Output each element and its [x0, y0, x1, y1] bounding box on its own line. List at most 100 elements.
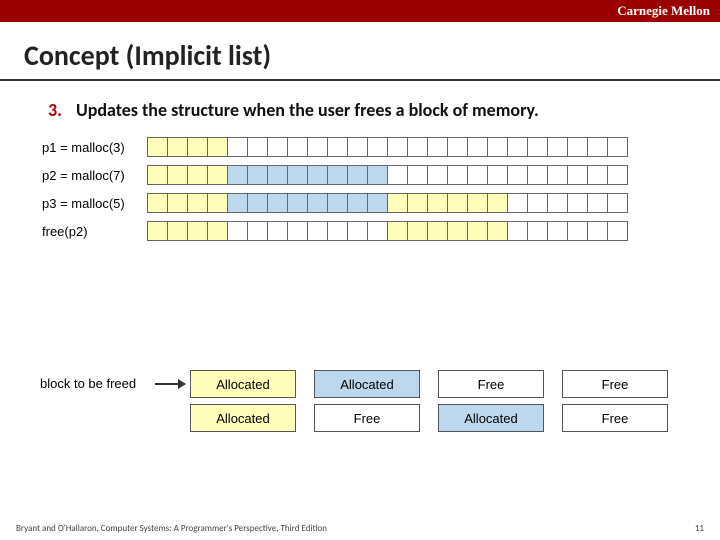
heap-cell — [187, 221, 208, 241]
status-block: Free — [438, 370, 544, 398]
heap-cell — [247, 137, 268, 157]
heap-cell — [567, 193, 588, 213]
heap-cell — [347, 137, 368, 157]
heap-row: p3 = malloc(5) — [42, 192, 690, 214]
heap-row-label: p1 = malloc(3) — [42, 140, 148, 155]
heap-cell — [207, 221, 228, 241]
heap-cell — [447, 137, 468, 157]
heap-cell — [247, 221, 268, 241]
heap-cell — [327, 221, 348, 241]
heap-cell — [427, 193, 448, 213]
heap-cell — [527, 193, 548, 213]
heap-cell — [407, 221, 428, 241]
heap-cell — [267, 193, 288, 213]
heap-row-label: p2 = malloc(7) — [42, 168, 148, 183]
heap-cell — [307, 137, 328, 157]
page-number: 11 — [695, 523, 704, 534]
heap-cell — [387, 137, 408, 157]
heap-cell — [227, 193, 248, 213]
heap-cell — [307, 193, 328, 213]
heap-cell — [327, 137, 348, 157]
heap-cell — [487, 221, 508, 241]
heap-cell — [407, 193, 428, 213]
heap-cell — [367, 193, 388, 213]
heap-cell — [487, 193, 508, 213]
heap-cell — [427, 221, 448, 241]
heap-cell — [347, 221, 368, 241]
heap-cell — [247, 193, 268, 213]
heap-cell — [287, 165, 308, 185]
heap-cell — [187, 193, 208, 213]
heap-cell — [507, 165, 528, 185]
heap-cell — [507, 137, 528, 157]
heap-cell — [167, 137, 188, 157]
heap-cell — [327, 193, 348, 213]
heap-cell — [427, 137, 448, 157]
heap-cell — [527, 137, 548, 157]
free-block-diagram: block to be freed Allocated Allocated Free… — [40, 370, 680, 438]
heap-cell — [587, 165, 608, 185]
heap-row: p1 = malloc(3) — [42, 136, 690, 158]
bullet-item: 3. Updates the structure when the user f… — [0, 99, 720, 122]
heap-cell — [507, 193, 528, 213]
heap-row-label: free(p2) — [42, 224, 148, 239]
heap-cell — [447, 193, 468, 213]
heap-cell — [147, 221, 168, 241]
heap-cell — [527, 221, 548, 241]
block-row: AllocatedAllocatedFreeFree — [190, 370, 668, 398]
footer-citation: Bryant and O'Hallaron, Computer Systems:… — [16, 523, 327, 534]
heap-row-label: p3 = malloc(5) — [42, 196, 148, 211]
heap-cell — [407, 137, 428, 157]
bullet-text: Updates the structure when the user free… — [76, 99, 539, 122]
heap-cell — [207, 193, 228, 213]
heap-cell — [507, 221, 528, 241]
heap-cells — [148, 137, 628, 157]
heap-cell — [527, 165, 548, 185]
heap-cell — [607, 137, 628, 157]
free-label: block to be freed — [40, 377, 150, 391]
title-underline — [0, 79, 720, 81]
heap-cell — [487, 165, 508, 185]
heap-cell — [567, 137, 588, 157]
heap-cell — [187, 165, 208, 185]
heap-cell — [587, 137, 608, 157]
heap-cell — [367, 165, 388, 185]
heap-cell — [607, 193, 628, 213]
heap-cell — [227, 137, 248, 157]
heap-cell — [467, 193, 488, 213]
heap-cell — [287, 137, 308, 157]
heap-row: p2 = malloc(7) — [42, 164, 690, 186]
heap-cell — [167, 221, 188, 241]
heap-cell — [247, 165, 268, 185]
bullet-number: 3. — [48, 99, 62, 122]
heap-cell — [387, 165, 408, 185]
brand-label: Carnegie Mellon — [617, 3, 710, 19]
heap-cell — [207, 165, 228, 185]
heap-cell — [467, 221, 488, 241]
status-block: Free — [562, 370, 668, 398]
heap-cell — [307, 165, 328, 185]
heap-cell — [587, 193, 608, 213]
slide-title: Concept (Implicit list) — [0, 22, 720, 79]
heap-cell — [447, 165, 468, 185]
heap-cell — [387, 193, 408, 213]
block-row: AllocatedFreeAllocatedFree — [190, 404, 668, 432]
status-block: Allocated — [190, 404, 296, 432]
status-block: Free — [562, 404, 668, 432]
heap-cell — [547, 221, 568, 241]
heap-cell — [167, 193, 188, 213]
heap-cell — [147, 193, 168, 213]
heap-cell — [347, 165, 368, 185]
heap-cell — [447, 221, 468, 241]
heap-diagram: p1 = malloc(3) p2 = malloc(7) p3 = malloc(… — [0, 136, 720, 242]
heap-cell — [147, 165, 168, 185]
heap-cell — [367, 221, 388, 241]
heap-cell — [427, 165, 448, 185]
heap-cell — [607, 165, 628, 185]
heap-cell — [347, 193, 368, 213]
status-block: Allocated — [438, 404, 544, 432]
heap-cell — [547, 165, 568, 185]
heap-cell — [467, 165, 488, 185]
heap-cell — [287, 221, 308, 241]
heap-cell — [147, 137, 168, 157]
